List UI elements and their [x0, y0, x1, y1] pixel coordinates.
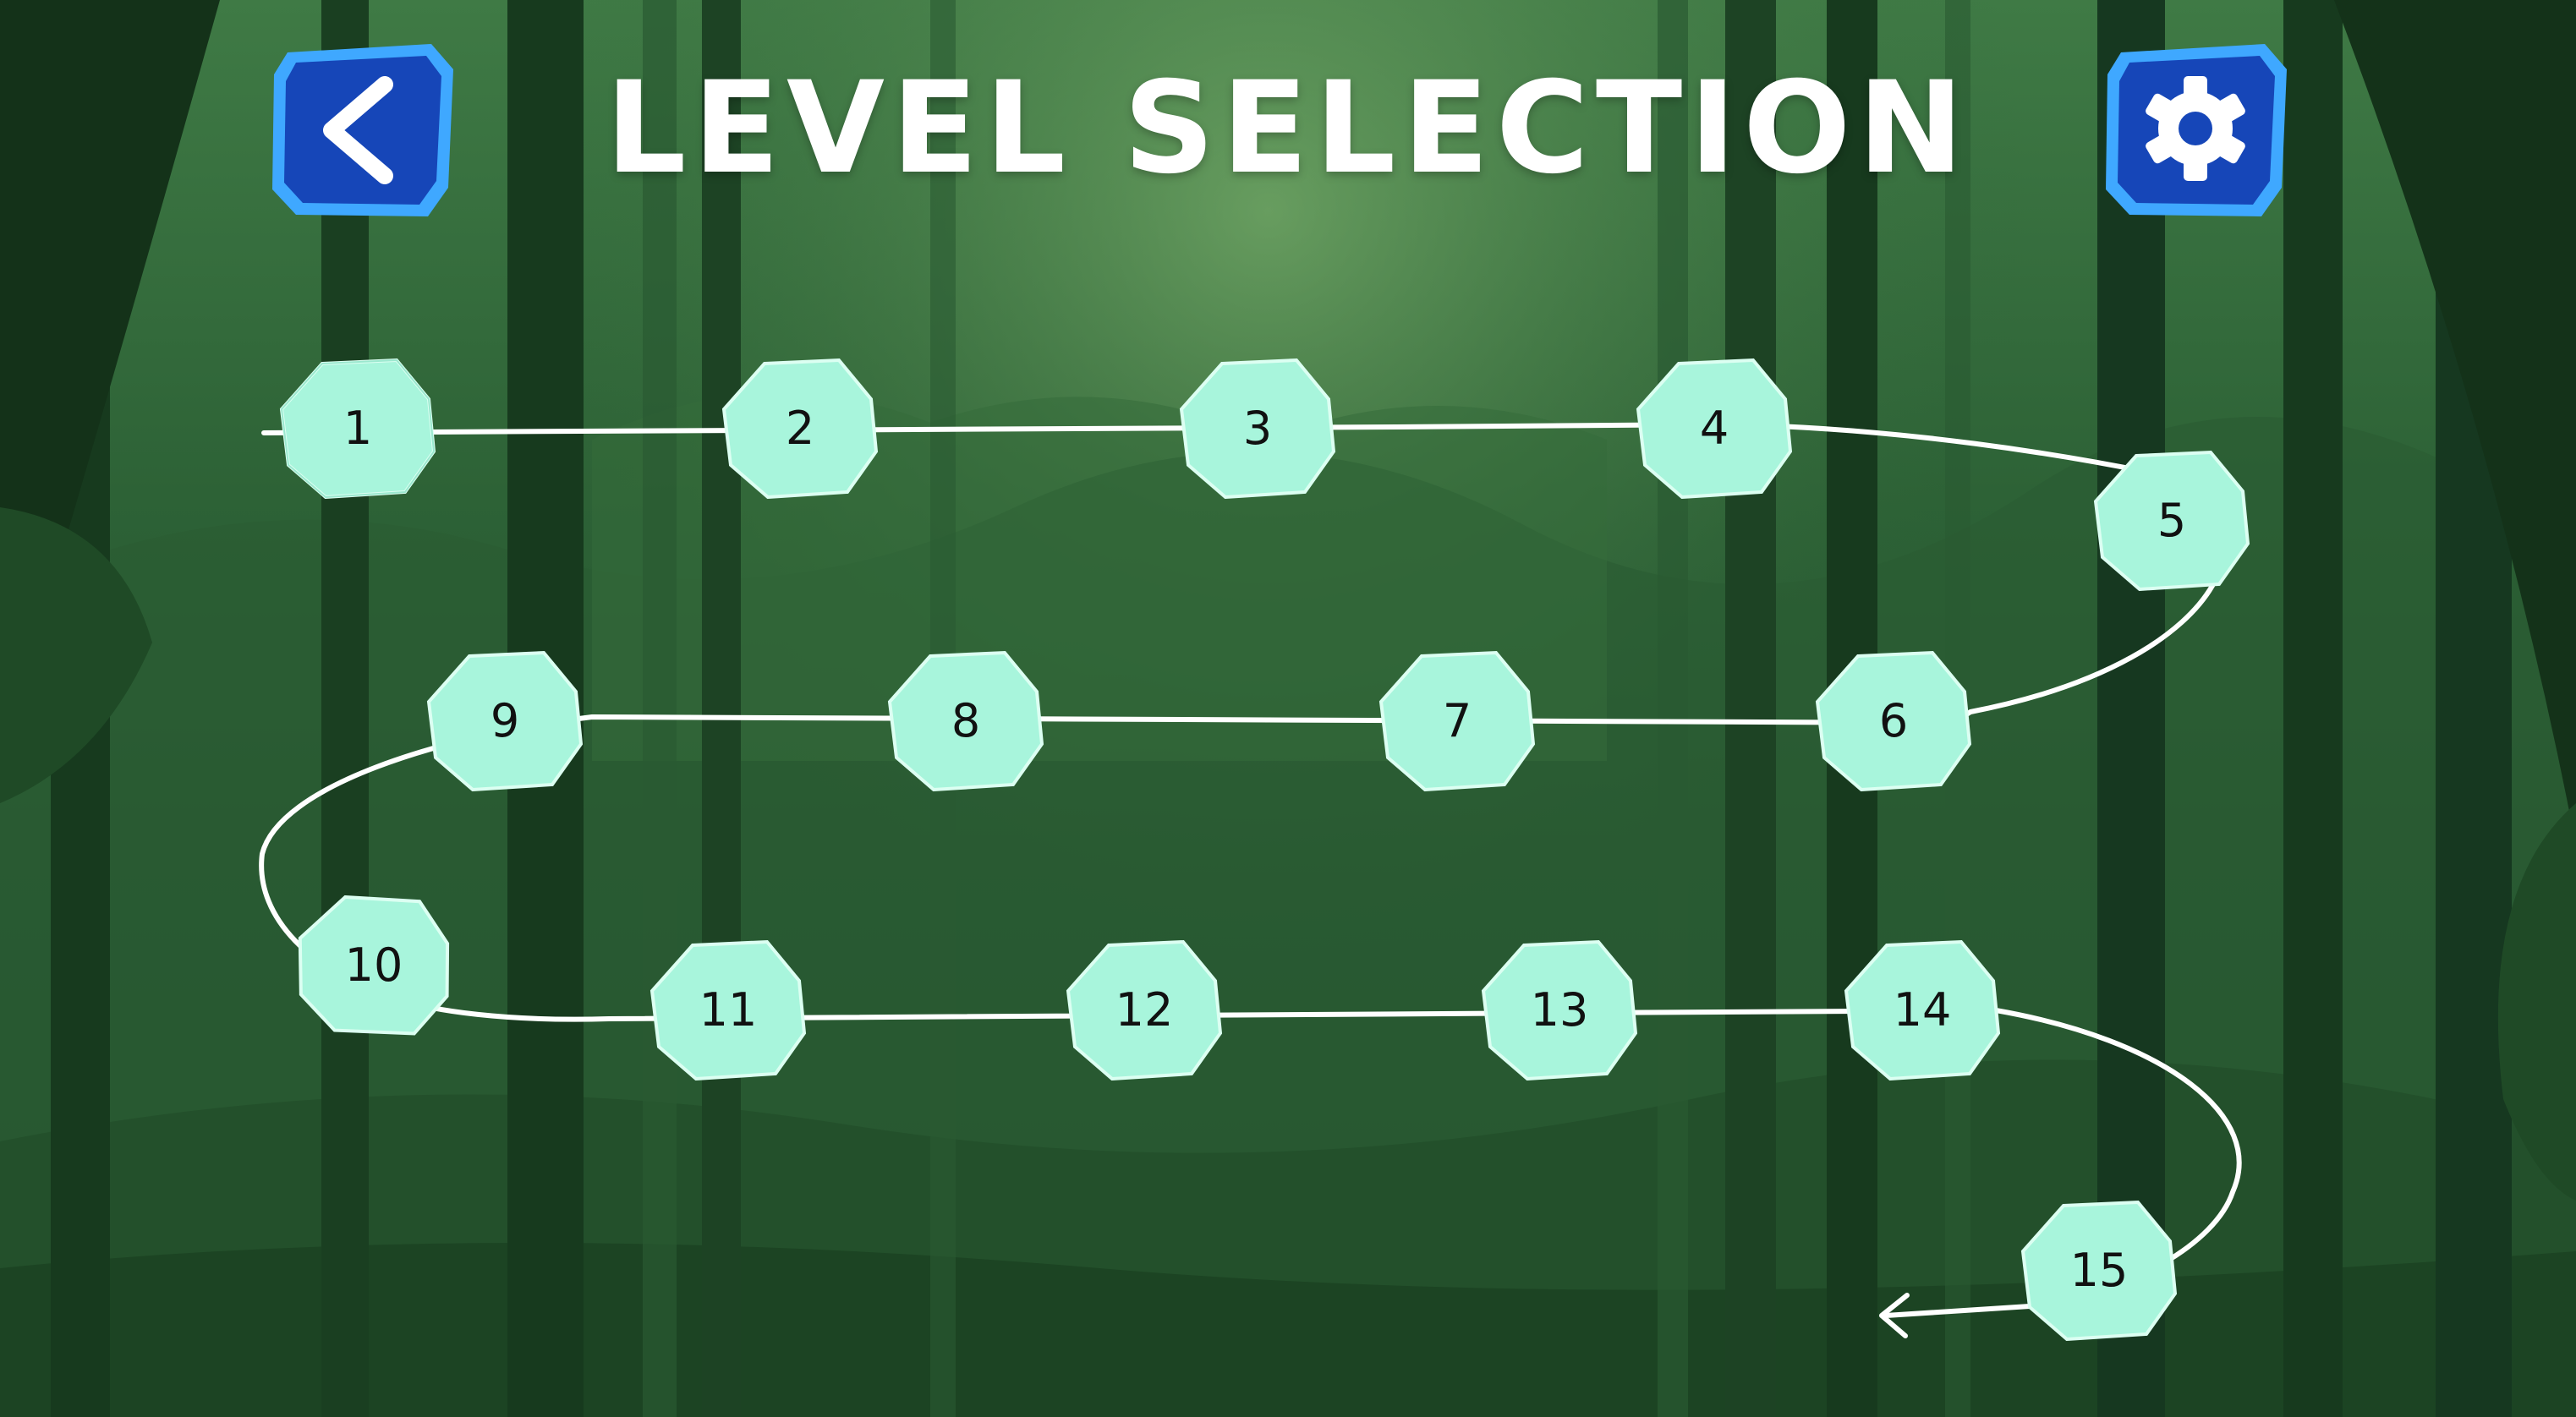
level-button-13[interactable]: 13 [1480, 938, 1639, 1081]
level-selection-screen: LEVEL SELECTION 1 2 3 4 5 6 7 8 9 10 11 … [0, 0, 2576, 1417]
level-number: 4 [1699, 401, 1729, 455]
level-number: 6 [1878, 693, 1909, 747]
level-number: 8 [951, 693, 981, 747]
level-button-6[interactable]: 6 [1814, 649, 1973, 791]
level-number: 3 [1242, 401, 1273, 455]
level-button-2[interactable]: 2 [721, 357, 880, 499]
level-number: 2 [785, 401, 815, 455]
level-button-14[interactable]: 14 [1843, 938, 2002, 1081]
level-button-15[interactable]: 15 [2020, 1199, 2179, 1341]
level-number: 12 [1115, 982, 1174, 1037]
level-number: 11 [699, 982, 758, 1037]
level-button-11[interactable]: 11 [649, 938, 808, 1081]
level-button-7[interactable]: 7 [1378, 649, 1537, 791]
level-number: 7 [1442, 693, 1472, 747]
level-number: 15 [2069, 1243, 2129, 1297]
level-number: 9 [490, 693, 520, 747]
level-button-5[interactable]: 5 [2092, 449, 2251, 591]
level-button-4[interactable]: 4 [1635, 357, 1794, 499]
level-number: 10 [344, 938, 403, 992]
level-number: 14 [1893, 982, 1952, 1037]
level-number: 1 [343, 401, 373, 455]
level-path [259, 421, 2242, 1338]
level-button-9[interactable]: 9 [425, 649, 584, 791]
level-button-3[interactable]: 3 [1178, 357, 1337, 499]
level-button-1[interactable]: 1 [278, 357, 437, 499]
level-button-8[interactable]: 8 [886, 649, 1045, 791]
level-button-12[interactable]: 12 [1065, 938, 1224, 1081]
level-button-10[interactable]: 10 [294, 894, 453, 1036]
level-number: 5 [2157, 493, 2187, 547]
level-number: 13 [1530, 982, 1589, 1037]
